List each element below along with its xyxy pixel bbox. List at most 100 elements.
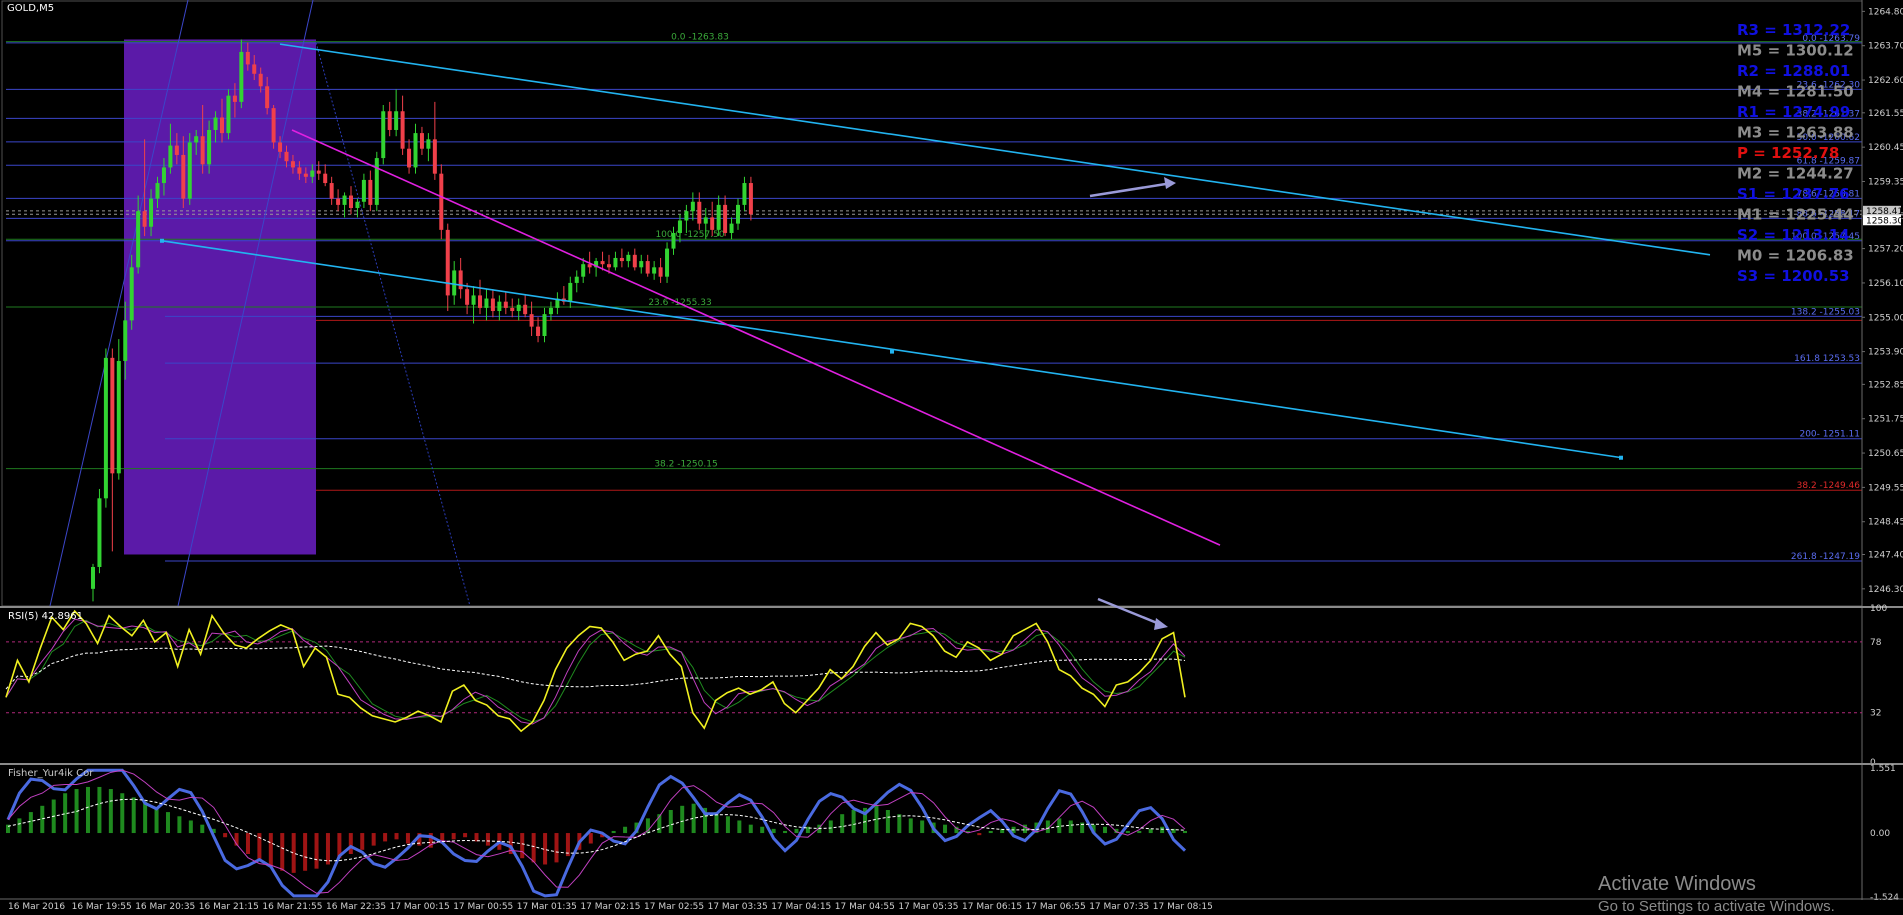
time-tick-label: 16 Mar 21:15 (199, 902, 259, 910)
axis-tick-label: 1247.40 (1868, 550, 1903, 560)
candle-body (684, 211, 689, 221)
candle-body (407, 148, 412, 168)
candle-body (613, 257, 618, 268)
axis-tick-label: 1255.00 (1868, 313, 1903, 323)
fisher-bar (474, 833, 479, 842)
fisher-bar (725, 816, 730, 834)
fisher-bar (223, 833, 228, 838)
fisher-bar (28, 812, 33, 834)
candle-body (665, 248, 670, 277)
candle-body (690, 201, 695, 212)
candle-body (471, 295, 476, 305)
fisher-bar (245, 833, 250, 854)
fisher-bar (371, 833, 376, 846)
fisher-bar (988, 830, 993, 834)
fisher-bar (828, 820, 833, 834)
candle-body (155, 183, 160, 199)
candle-body (381, 111, 386, 159)
time-tick-label: 17 Mar 06:15 (962, 902, 1022, 910)
candle-body (497, 301, 502, 312)
axis-tick-label: 1263.70 (1868, 42, 1903, 52)
trading-chart[interactable]: 0.0 -1263.7923.6 -1262.3038.2 -1261.3750… (0, 0, 1903, 910)
candle-body (168, 145, 173, 168)
pivot-label: S2 = 1213.14 (1737, 226, 1850, 244)
candle-body (368, 179, 373, 205)
fib-left-label: 0.0 -1263.83 (671, 33, 729, 43)
time-tick-label: 16 Mar 19:55 (72, 902, 132, 910)
candle-body (194, 136, 199, 143)
fib-left-label: 100.0 -1257.50 (655, 230, 724, 240)
candle-body (658, 267, 663, 277)
fisher-bar (97, 786, 102, 834)
fisher-bar (143, 801, 148, 834)
fisher-bar (280, 833, 285, 871)
candle-body (174, 145, 179, 155)
time-tick-label: 16 Mar 2016 (8, 902, 65, 910)
pivot-label: R3 = 1312.22 (1737, 21, 1850, 39)
pivot-label: M0 = 1206.83 (1737, 247, 1854, 265)
candle-body (297, 167, 302, 174)
fisher-bar (188, 820, 193, 834)
candle-body (465, 289, 470, 305)
time-tick-label: 17 Mar 06:55 (1026, 902, 1086, 910)
fisher-bar (760, 826, 765, 834)
fisher-bar (131, 797, 136, 834)
candle-body (342, 195, 347, 205)
pivot-label: M2 = 1244.27 (1737, 165, 1854, 183)
candle-body (110, 357, 115, 474)
candle-body (490, 298, 495, 312)
pivot-label: M1 = 1225.44 (1737, 206, 1854, 224)
fisher-bar (520, 833, 525, 859)
fisher-bar (177, 816, 182, 834)
candle-body (329, 183, 334, 199)
fisher-bar (943, 824, 948, 834)
fisher-bar (920, 820, 925, 834)
rsi-tick-label: 32 (1870, 709, 1881, 719)
time-tick-label: 16 Mar 21:55 (262, 902, 322, 910)
axis-tick-label: 1259.35 (1868, 177, 1903, 187)
channel-anchor (1619, 455, 1623, 460)
candle-body (748, 183, 753, 215)
fisher-bar (908, 818, 913, 834)
candle-body (619, 257, 624, 262)
candle-body (432, 139, 437, 174)
price-tag-label: 1258.30 (1866, 216, 1903, 226)
time-tick-label: 16 Mar 20:35 (135, 902, 195, 910)
candle-body (387, 111, 392, 130)
fisher-bar (748, 824, 753, 834)
fisher-tick-label: 0.00 (1870, 829, 1890, 839)
candle-body (652, 267, 657, 274)
candle-body (574, 276, 579, 283)
candle-body (232, 95, 237, 102)
axis-tick-label: 1262.60 (1868, 76, 1903, 86)
fisher-tick-label: 1.551 (1870, 764, 1896, 774)
fisher-bar (108, 789, 113, 834)
fisher-bar (1183, 830, 1187, 834)
candle-body (677, 220, 682, 233)
time-tick-label: 17 Mar 04:55 (835, 902, 895, 910)
candle-body (458, 270, 463, 290)
candle-body (523, 304, 528, 315)
candle-body (103, 357, 108, 499)
candle-body (149, 198, 154, 227)
candle-body (213, 117, 218, 130)
candle-body (142, 211, 147, 227)
fisher-bar (623, 826, 628, 834)
pivot-label: P = 1252.78 (1737, 144, 1839, 162)
candle-body (220, 117, 224, 134)
axis-tick-label: 1264.80 (1868, 7, 1903, 17)
fisher-bar (794, 828, 799, 834)
time-tick-label: 17 Mar 04:15 (771, 902, 831, 910)
axis-tick-label: 1251.75 (1868, 415, 1903, 425)
candle-body (374, 158, 379, 205)
fisher-bar (325, 833, 330, 865)
candle-body (161, 167, 166, 184)
red-level-label: 38.2 -1249.46 (1797, 481, 1861, 491)
time-tick-label: 17 Mar 00:55 (453, 902, 513, 910)
candle-body (336, 198, 341, 205)
candle-body (271, 108, 276, 143)
axis-tick-label: 1252.85 (1868, 380, 1903, 390)
candle-body (581, 264, 586, 277)
fisher-bar (383, 833, 388, 842)
candle-body (349, 195, 353, 209)
